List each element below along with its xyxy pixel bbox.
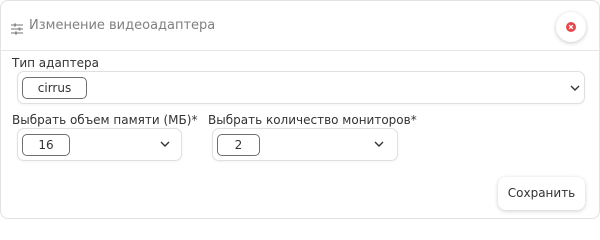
- monitor-count-value: 2: [217, 134, 260, 156]
- edit-video-adapter-dialog: Изменение видеоадаптера Тип адаптера cir…: [0, 0, 600, 219]
- save-button[interactable]: Сохранить: [498, 177, 585, 210]
- memory-size-select[interactable]: 16: [17, 128, 182, 161]
- dialog-header: Изменение видеоадаптера: [1, 1, 599, 51]
- monitor-count-label: Выбрать количество мониторов*: [208, 113, 417, 127]
- adapter-type-label: Тип адаптера: [12, 56, 99, 70]
- dialog-title: Изменение видеоадаптера: [29, 18, 216, 33]
- close-icon: [566, 22, 576, 32]
- chevron-down-icon: [160, 141, 170, 147]
- memory-size-value: 16: [22, 134, 70, 156]
- close-button[interactable]: [556, 12, 586, 42]
- adapter-type-value: cirrus: [22, 77, 87, 99]
- monitor-count-select[interactable]: 2: [212, 128, 398, 161]
- memory-size-label: Выбрать объем памяти (МБ)*: [12, 113, 198, 127]
- chevron-down-icon: [374, 141, 384, 147]
- adapter-type-select[interactable]: cirrus: [17, 71, 585, 104]
- chevron-down-icon: [570, 85, 580, 91]
- sliders-icon: [11, 20, 23, 35]
